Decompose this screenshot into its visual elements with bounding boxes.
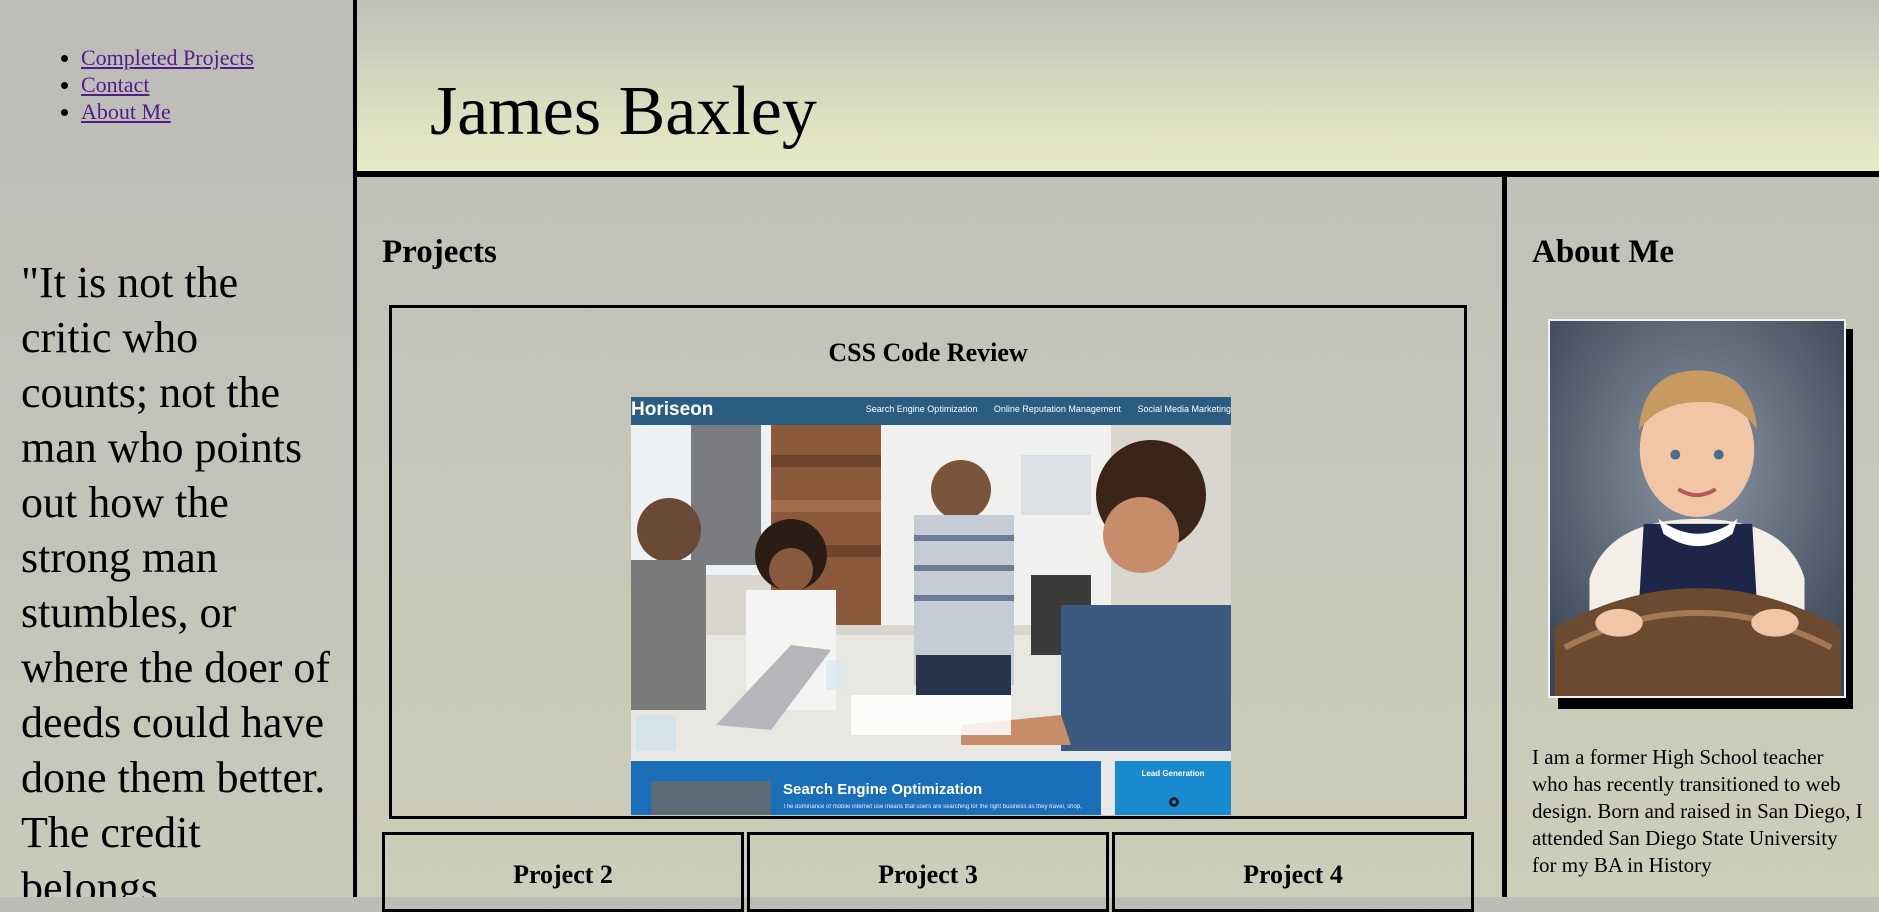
screenshot-navbar: Horiseon Search Engine Optimization Onli… [631, 397, 1231, 425]
nav-link-about-me[interactable]: About Me [81, 99, 171, 124]
nav-item-about-me: About Me [81, 98, 254, 125]
projects-heading: Projects [382, 234, 497, 270]
seo-text: The dominance of mobile internet use mea… [783, 804, 1082, 810]
sidebar: Completed Projects Contact About Me "It … [0, 0, 353, 897]
project-card-4-title: Project 4 [1243, 860, 1343, 889]
project-card-2[interactable]: Project 2 [382, 832, 744, 912]
lead-generation-title: Lead Generation [1141, 769, 1205, 778]
lead-generation-panel: Lead Generation [1115, 761, 1231, 815]
portrait-photo [1548, 319, 1846, 698]
featured-project-card[interactable]: CSS Code Review Horiseon Search Engine O… [389, 305, 1467, 819]
nav-link-contact[interactable]: Contact [81, 72, 149, 97]
portrait-frame [1548, 319, 1853, 709]
project-card-2-title: Project 2 [513, 860, 613, 889]
project-card-4[interactable]: Project 4 [1112, 832, 1474, 912]
screenshot-nav: Search Engine Optimization Online Reputa… [866, 404, 1231, 414]
lead-generation-icon [1169, 797, 1179, 807]
seo-thumbnail [651, 781, 771, 815]
column-divider [1502, 177, 1507, 897]
office-meeting-photo [631, 425, 1231, 751]
screenshot-nav-item: Online Reputation Management [993, 404, 1121, 414]
seo-title: Search Engine Optimization [783, 781, 983, 798]
nav-link-completed-projects[interactable]: Completed Projects [81, 45, 254, 70]
project-card-3-title: Project 3 [878, 860, 978, 889]
header: James Baxley [357, 0, 1879, 171]
seo-panel: Search Engine Optimization The dominance… [631, 761, 1101, 815]
about-text: I am a former High School teacher who ha… [1532, 745, 1863, 877]
featured-project-title: CSS Code Review [828, 338, 1028, 367]
screenshot-logo: Horiseon [631, 399, 714, 420]
sidebar-quote: "It is not the critic who counts; not th… [21, 258, 331, 897]
screenshot-services: Search Engine Optimization The dominance… [631, 751, 1231, 815]
screenshot-nav-item: Search Engine Optimization [865, 404, 978, 414]
nav-item-contact: Contact [81, 71, 254, 98]
site-title: James Baxley [430, 73, 817, 150]
nav-item-completed-projects: Completed Projects [81, 44, 254, 71]
header-divider [357, 171, 1879, 177]
about-heading: About Me [1532, 234, 1675, 270]
nav-list: Completed Projects Contact About Me [60, 44, 254, 125]
screenshot-nav-item: Social Media Marketing [1137, 404, 1231, 414]
project-screenshot[interactable]: Horiseon Search Engine Optimization Onli… [631, 397, 1231, 815]
project-card-3[interactable]: Project 3 [747, 832, 1109, 912]
